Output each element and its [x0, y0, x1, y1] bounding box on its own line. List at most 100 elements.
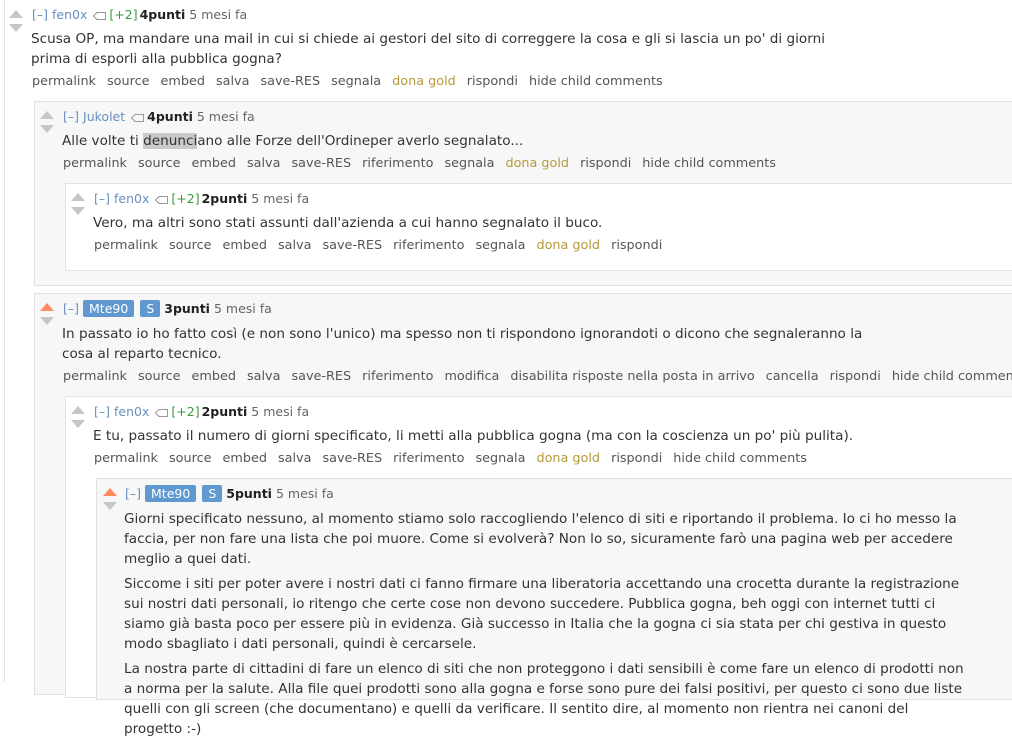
score: 2punti [201, 191, 248, 206]
action-embed[interactable]: embed [191, 156, 235, 171]
action-hide-child-comments[interactable]: hide child comments [642, 156, 776, 171]
action-modifica[interactable]: modifica [444, 369, 499, 384]
action-source[interactable]: source [169, 238, 212, 253]
action-embed[interactable]: embed [222, 238, 266, 253]
action-salva[interactable]: salva [278, 238, 311, 253]
action-permalink[interactable]: permalink [63, 369, 127, 384]
action-embed[interactable]: embed [160, 74, 204, 89]
downvote-arrow-icon[interactable] [103, 502, 117, 510]
user-tag-icon[interactable] [155, 195, 169, 204]
action-rispondi[interactable]: rispondi [611, 451, 662, 466]
author-link[interactable]: fen0x [114, 404, 149, 419]
downvote-arrow-icon[interactable] [40, 125, 54, 133]
author-link[interactable]: Jukolet [83, 109, 125, 124]
comment-tagline: [–] fen0x [+2] 2punti 5 mesi fa [94, 190, 309, 208]
downvote-arrow-icon[interactable] [71, 420, 85, 428]
action-salva[interactable]: salva [247, 369, 280, 384]
action-embed[interactable]: embed [222, 451, 266, 466]
action-source[interactable]: source [138, 369, 181, 384]
action-riferimento[interactable]: riferimento [393, 238, 464, 253]
action-hide-child-comments[interactable]: hide child comments [892, 369, 1012, 384]
author-link[interactable]: Mte90 [145, 485, 197, 502]
action-segnala[interactable]: segnala [331, 74, 381, 89]
action-save-res[interactable]: save-RES [291, 369, 351, 384]
user-tag-icon[interactable] [131, 113, 145, 122]
collapse-toggle[interactable]: [–] [63, 109, 79, 124]
body-text: Alle volte ti [62, 133, 144, 149]
downvote-arrow-icon[interactable] [71, 207, 85, 215]
submitter-badge: S [202, 485, 223, 502]
downvote-arrow-icon[interactable] [40, 317, 54, 325]
action-dona-gold[interactable]: dona gold [505, 156, 569, 171]
comment-body: Alle volte ti denunciano alle Forze dell… [62, 131, 962, 151]
comment-actions: permalink source embed salva save-RES riferim… [94, 237, 673, 255]
timestamp: 5 mesi fa [213, 301, 272, 316]
body-text: ano alle Forze dell'Ordineper averlo seg… [197, 133, 524, 149]
action-riferimento[interactable]: riferimento [362, 369, 433, 384]
action-permalink[interactable]: permalink [94, 451, 158, 466]
action-source[interactable]: source [169, 451, 212, 466]
action-permalink[interactable]: permalink [32, 74, 96, 89]
vote-controls [40, 111, 54, 139]
collapse-toggle[interactable]: [–] [63, 301, 79, 316]
score: 4punti [147, 109, 193, 124]
comment-body: Giorni specificato nessuno, al momento s… [124, 509, 969, 744]
vote-controls [71, 193, 85, 221]
highlighted-text: denunci [143, 133, 198, 149]
action-salva[interactable]: salva [216, 74, 249, 89]
action-save-res[interactable]: save-RES [322, 451, 382, 466]
action-hide-child-comments[interactable]: hide child comments [529, 74, 663, 89]
comment-actions: permalink source embed salva save-RES riferim… [94, 450, 818, 468]
action-segnala[interactable]: segnala [444, 156, 494, 171]
author-link[interactable]: fen0x [52, 7, 87, 22]
vote-weight: [+2] [171, 404, 200, 419]
comment-actions: permalink source embed salva save-RES riferim… [63, 368, 1012, 386]
author-link[interactable]: Mte90 [83, 300, 135, 317]
upvote-arrow-icon[interactable] [9, 10, 23, 18]
action-save-res[interactable]: save-RES [260, 74, 320, 89]
action-salva[interactable]: salva [247, 156, 280, 171]
action-riferimento[interactable]: riferimento [393, 451, 464, 466]
paragraph: Giorni specificato nessuno, al momento s… [124, 511, 957, 567]
action-salva[interactable]: salva [278, 451, 311, 466]
action-disabilita-risposte-nella-posta-in-arrivo[interactable]: disabilita risposte nella posta in arriv… [510, 369, 754, 384]
score: 2punti [201, 404, 248, 419]
action-permalink[interactable]: permalink [94, 238, 158, 253]
upvote-arrow-icon[interactable] [71, 193, 85, 201]
action-source[interactable]: source [107, 74, 150, 89]
upvote-arrow-icon[interactable] [40, 111, 54, 119]
action-dona-gold[interactable]: dona gold [536, 451, 600, 466]
collapse-toggle[interactable]: [–] [125, 486, 141, 501]
comment-body: E tu, passato il numero di giorni specif… [93, 428, 854, 444]
action-rispondi[interactable]: rispondi [611, 238, 662, 253]
downvote-arrow-icon[interactable] [9, 24, 23, 32]
action-dona-gold[interactable]: dona gold [536, 238, 600, 253]
action-riferimento[interactable]: riferimento [362, 156, 433, 171]
action-rispondi[interactable]: rispondi [467, 74, 518, 89]
comment-tagline: [–] fen0x [+2] 4punti 5 mesi fa [32, 6, 247, 24]
upvote-arrow-icon[interactable] [40, 303, 54, 311]
action-segnala[interactable]: segnala [475, 451, 525, 466]
upvote-arrow-icon[interactable] [71, 406, 85, 414]
action-rispondi[interactable]: rispondi [580, 156, 631, 171]
action-hide-child-comments[interactable]: hide child comments [673, 451, 807, 466]
user-tag-icon[interactable] [93, 11, 107, 20]
author-link[interactable]: fen0x [114, 191, 149, 206]
action-rispondi[interactable]: rispondi [830, 369, 881, 384]
action-cancella[interactable]: cancella [766, 369, 819, 384]
action-source[interactable]: source [138, 156, 181, 171]
action-save-res[interactable]: save-RES [291, 156, 351, 171]
upvote-arrow-icon[interactable] [103, 488, 117, 496]
user-tag-icon[interactable] [155, 408, 169, 417]
action-permalink[interactable]: permalink [63, 156, 127, 171]
action-save-res[interactable]: save-RES [322, 238, 382, 253]
action-segnala[interactable]: segnala [475, 238, 525, 253]
action-embed[interactable]: embed [191, 369, 235, 384]
collapse-toggle[interactable]: [–] [94, 404, 110, 419]
collapse-toggle[interactable]: [–] [32, 7, 48, 22]
comment-actions: permalink source embed salva save-RES segnala… [32, 73, 674, 91]
vote-weight: [+2] [171, 191, 200, 206]
action-dona-gold[interactable]: dona gold [392, 74, 456, 89]
comment-actions: permalink source embed salva save-RES riferim… [63, 155, 787, 173]
collapse-toggle[interactable]: [–] [94, 191, 110, 206]
